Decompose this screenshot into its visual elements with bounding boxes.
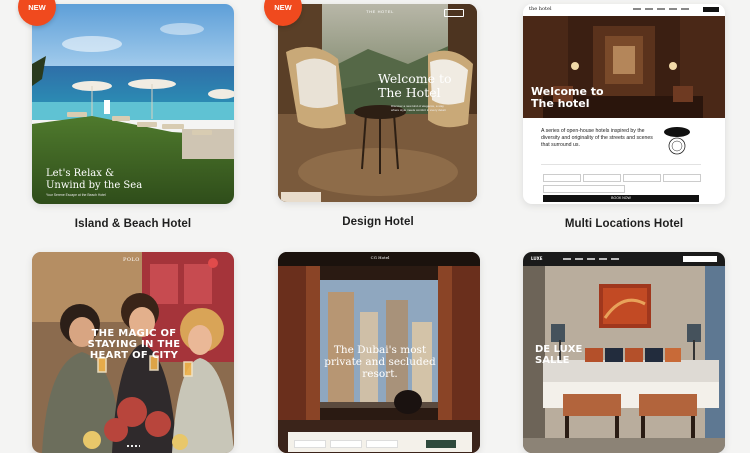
hero-heading: Let's Relax & Unwind by the Sea — [46, 168, 143, 191]
slider-dots[interactable] — [126, 445, 140, 447]
book-button[interactable] — [444, 9, 464, 17]
guests-field[interactable] — [366, 440, 398, 448]
location-select[interactable] — [543, 174, 581, 182]
stamp-icon — [664, 127, 690, 155]
template-card-luxe[interactable]: LUXE DE LUXE SALLE — [523, 252, 725, 453]
template-label-design-hotel[interactable]: Design Hotel — [268, 216, 488, 228]
site-logo: CG Hotel — [370, 255, 390, 260]
site-logo: THE HOTEL — [366, 9, 394, 14]
template-card-multi-locations[interactable]: the hotel Welcome to The hotel A series … — [523, 4, 725, 204]
hero-heading: THE MAGIC OF STAYING IN THE HEART OF CIT… — [87, 328, 181, 361]
check-in-field[interactable] — [294, 440, 326, 448]
hero-heading: The Dubai's most private and secluded re… — [324, 344, 436, 380]
site-logo: the hotel — [529, 6, 552, 12]
book-button[interactable] — [426, 440, 456, 448]
lounge-scene-image — [278, 4, 477, 202]
check-out-field[interactable] — [330, 440, 362, 448]
top-nav-bar — [523, 4, 725, 16]
site-logo: POLO — [123, 257, 140, 263]
promo-field[interactable] — [543, 185, 625, 193]
template-label-multi-locations[interactable]: Multi Locations Hotel — [514, 218, 734, 230]
hero-subtext: Your Serene Escape at the Beach Hotel — [46, 193, 106, 197]
intro-text: A series of open-house hotels inspired b… — [541, 128, 653, 148]
nav-book-button[interactable] — [703, 7, 719, 12]
template-card-island-beach[interactable]: Let's Relax & Unwind by the Sea Your Ser… — [32, 4, 234, 204]
nav-links — [563, 258, 623, 260]
guests-field[interactable] — [663, 174, 701, 182]
hero-heading: DE LUXE SALLE — [535, 344, 583, 366]
template-card-cg-hotel[interactable]: CG Hotel The Dubai's most private and se… — [278, 252, 480, 453]
book-now-button[interactable]: BOOK NOW — [543, 195, 699, 202]
hero-subtext: Discover a new kind of elegance, a stay … — [391, 104, 447, 112]
template-card-design-hotel[interactable]: THE HOTEL Welcome to The Hotel Discover … — [278, 4, 477, 202]
menu-button[interactable] — [208, 258, 218, 268]
hero-heading: Welcome to The hotel — [531, 85, 604, 110]
nav-links — [633, 8, 693, 10]
template-card-polo[interactable]: POLO THE MAGIC OF STAYING IN THE HEART O… — [32, 252, 234, 453]
hero-heading: Welcome to The Hotel — [378, 71, 452, 100]
check-out-field[interactable] — [623, 174, 661, 182]
site-logo: LUXE — [531, 256, 543, 261]
template-label-island-beach[interactable]: Island & Beach Hotel — [23, 218, 243, 230]
check-in-field[interactable] — [583, 174, 621, 182]
book-button[interactable] — [683, 256, 717, 262]
